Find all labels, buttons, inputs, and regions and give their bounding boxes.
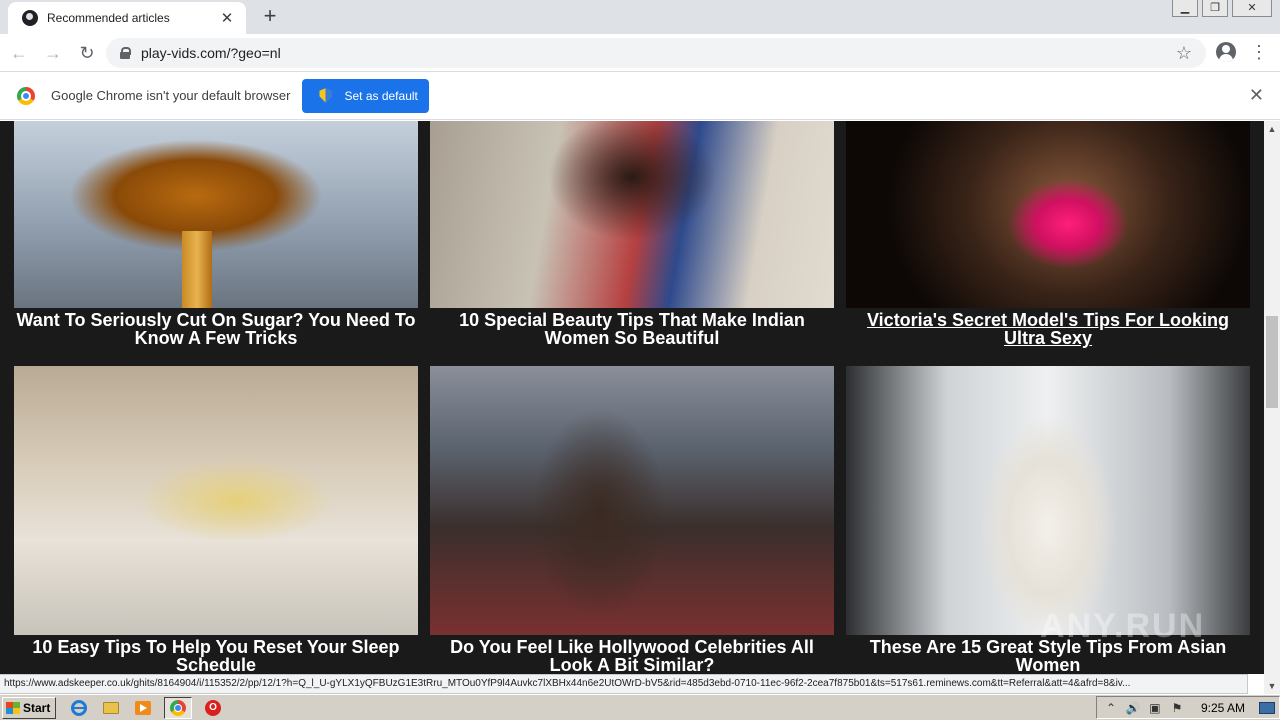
- scroll-thumb[interactable]: [1266, 316, 1278, 408]
- scroll-up-arrow-icon[interactable]: ▲: [1264, 121, 1280, 137]
- windows-taskbar: Start O ⌃ 🔊 ▣ ⚑ 9:25 AM: [0, 694, 1280, 720]
- default-browser-infobar: Google Chrome isn't your default browser…: [0, 72, 1280, 120]
- tab-close-icon[interactable]: ✕: [218, 9, 236, 27]
- article-image[interactable]: [430, 121, 834, 308]
- anyrun-watermark: ANY.RUN: [1040, 607, 1206, 645]
- article-image[interactable]: [430, 366, 834, 635]
- volume-icon[interactable]: 🔊: [1125, 701, 1141, 715]
- system-tray: ⌃ 🔊 ▣ ⚑ 9:25 AM: [1095, 696, 1280, 719]
- media-player-icon[interactable]: [132, 697, 154, 719]
- new-tab-button[interactable]: +: [258, 4, 282, 28]
- tab-title: Recommended articles: [47, 11, 170, 25]
- address-bar[interactable]: play-vids.com/?geo=nl ☆: [106, 38, 1206, 68]
- opera-icon: O: [205, 699, 221, 716]
- close-window-button[interactable]: ✕: [1232, 0, 1272, 17]
- folder-icon: [103, 701, 119, 714]
- chrome-logo-icon: [17, 86, 35, 105]
- forward-button[interactable]: →: [38, 38, 68, 68]
- file-explorer-icon[interactable]: [100, 697, 122, 719]
- tab-strip: Recommended articles ✕ + ▁ ❐ ✕: [0, 0, 1280, 34]
- start-button[interactable]: Start: [2, 696, 56, 719]
- articles-grid: Want To Seriously Cut On Sugar? You Need…: [0, 121, 1264, 674]
- opera-taskbar-button[interactable]: O: [202, 697, 224, 719]
- window-controls: ▁ ❐ ✕: [1172, 0, 1272, 17]
- article-title[interactable]: 10 Special Beauty Tips That Make Indian …: [430, 311, 834, 347]
- uac-shield-icon: [319, 88, 333, 103]
- article-title[interactable]: Do You Feel Like Hollywood Celebrities A…: [430, 638, 834, 674]
- lock-icon[interactable]: [120, 47, 131, 59]
- minimize-button[interactable]: ▁: [1172, 0, 1198, 17]
- article-image[interactable]: [14, 121, 418, 308]
- start-label: Start: [23, 700, 51, 715]
- chrome-menu-icon[interactable]: ⋮: [1250, 40, 1268, 64]
- windows-logo-icon: [6, 701, 20, 714]
- restore-button[interactable]: ❐: [1202, 0, 1228, 17]
- internet-explorer-icon[interactable]: [68, 697, 90, 719]
- article-title[interactable]: Want To Seriously Cut On Sugar? You Need…: [14, 311, 418, 347]
- play-icon: [135, 700, 151, 715]
- set-as-default-label: Set as default: [344, 88, 418, 103]
- back-button[interactable]: ←: [4, 38, 34, 68]
- profile-avatar-icon[interactable]: [1216, 42, 1236, 62]
- article-title[interactable]: Victoria's Secret Model's Tips For Looki…: [846, 311, 1250, 347]
- infobar-close-icon[interactable]: ✕: [1249, 86, 1264, 104]
- browser-toolbar: ← → ↻ play-vids.com/?geo=nl ☆: [0, 34, 1280, 72]
- action-center-flag-icon[interactable]: ⚑: [1169, 701, 1185, 715]
- ie-logo-icon: [71, 699, 87, 716]
- site-favicon-icon: [22, 10, 38, 26]
- chrome-taskbar-button[interactable]: [164, 696, 192, 719]
- tab-recommended-articles[interactable]: Recommended articles ✕: [8, 2, 246, 34]
- show-desktop-icon[interactable]: [1259, 701, 1275, 714]
- infobar-message: Google Chrome isn't your default browser: [51, 88, 291, 103]
- page-scrollbar[interactable]: ▲ ▼: [1264, 121, 1280, 694]
- scroll-down-arrow-icon[interactable]: ▼: [1264, 678, 1280, 694]
- set-as-default-button[interactable]: Set as default: [302, 78, 430, 113]
- link-status-bubble: https://www.adskeeper.co.uk/ghits/816490…: [0, 674, 1248, 694]
- quick-launch: O: [68, 696, 224, 719]
- article-image[interactable]: [14, 366, 418, 635]
- chrome-icon: [170, 699, 186, 716]
- network-icon[interactable]: ▣: [1147, 701, 1163, 715]
- article-image[interactable]: [846, 121, 1250, 308]
- show-hidden-icons-icon[interactable]: ⌃: [1103, 701, 1119, 715]
- article-image[interactable]: [846, 366, 1250, 635]
- reload-button[interactable]: ↻: [72, 38, 102, 68]
- bookmark-star-icon[interactable]: ☆: [1176, 43, 1192, 64]
- url-text[interactable]: play-vids.com/?geo=nl: [141, 45, 1176, 61]
- system-clock[interactable]: 9:25 AM: [1201, 701, 1245, 715]
- article-title[interactable]: 10 Easy Tips To Help You Reset Your Slee…: [14, 638, 418, 674]
